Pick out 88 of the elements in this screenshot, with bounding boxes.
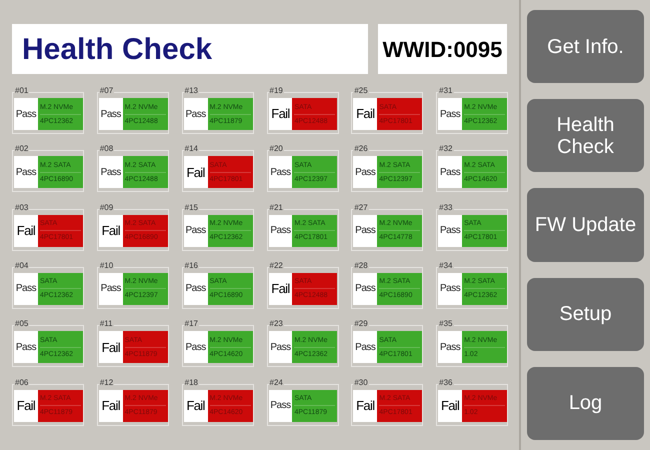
slot-number: #36 <box>438 378 454 388</box>
slot-number: #09 <box>98 202 114 213</box>
status-label: Pass <box>268 390 292 422</box>
slot-frame <box>266 208 338 251</box>
slot-frame <box>266 266 338 309</box>
status-label: Pass <box>438 272 462 305</box>
status-label: Pass <box>98 98 123 130</box>
slot-frame <box>12 208 84 251</box>
status-label: Pass <box>184 272 208 305</box>
menu-button[interactable]: FW Update <box>527 188 644 262</box>
status-label: Fail <box>353 390 378 422</box>
status-label: Fail <box>184 390 208 422</box>
status-label: Pass <box>184 98 208 130</box>
status-label: Pass <box>438 331 462 364</box>
status-label: Fail <box>438 390 462 422</box>
slot-number: #27 <box>353 202 369 213</box>
slot-number: #18 <box>184 378 200 388</box>
status-label: Pass <box>438 214 462 247</box>
status-label: Pass <box>14 272 38 305</box>
slot-number: #03 <box>14 202 30 213</box>
slot-frame <box>266 384 338 426</box>
slot-number: #08 <box>98 144 114 154</box>
status-label: Fail <box>98 214 123 247</box>
slot-number: #13 <box>184 86 200 96</box>
status-label: Fail <box>98 331 123 364</box>
status-label: Fail <box>353 98 378 130</box>
status-label: Pass <box>14 331 38 364</box>
status-label: Pass <box>98 156 123 188</box>
status-label: Pass <box>14 156 38 188</box>
slot-number: #26 <box>353 144 369 154</box>
wwid-label: WWID:0095 <box>378 24 507 74</box>
status-label: Fail <box>184 156 208 188</box>
slot-number: #29 <box>353 319 369 330</box>
slot-number: #12 <box>98 378 114 388</box>
slot-frame <box>12 150 84 192</box>
slot-frame <box>12 384 84 426</box>
slot-number: #33 <box>438 202 454 213</box>
status-label: Pass <box>353 331 378 364</box>
status-label: Fail <box>268 98 292 130</box>
slot-number: #07 <box>98 86 114 96</box>
slot-number: #05 <box>14 319 30 330</box>
slot-number: #24 <box>268 378 284 388</box>
slot-number: #22 <box>268 260 284 271</box>
slot-number: #31 <box>438 86 454 96</box>
menu-button[interactable]: Health Check <box>527 99 644 172</box>
status-label: Fail <box>14 214 38 247</box>
slot-number: #20 <box>268 144 284 154</box>
status-label: Pass <box>184 331 208 364</box>
status-label: Pass <box>438 98 462 130</box>
slot-number: #15 <box>184 202 200 213</box>
slot-number: #25 <box>353 86 369 96</box>
status-label: Pass <box>268 156 292 188</box>
status-label: Pass <box>353 214 378 247</box>
status-label: Pass <box>268 331 292 364</box>
slot-number: #04 <box>14 260 30 271</box>
menu-button[interactable]: Log <box>527 366 644 440</box>
slot-number: #02 <box>14 144 30 154</box>
slot-frame <box>266 150 338 192</box>
slot-number: #10 <box>98 260 114 271</box>
slot-number: #21 <box>268 202 284 213</box>
slot-number: #16 <box>184 260 200 271</box>
slot-number: #35 <box>438 319 454 330</box>
status-label: Pass <box>353 156 378 188</box>
status-label: Fail <box>14 390 38 422</box>
status-label: Pass <box>268 214 292 247</box>
slot-frame <box>12 325 84 368</box>
slot-number: #19 <box>268 86 284 96</box>
slot-number: #01 <box>14 86 30 96</box>
status-label: Pass <box>184 214 208 247</box>
status-label: Pass <box>98 272 123 305</box>
status-label: Pass <box>14 98 38 130</box>
slot-number: #32 <box>438 144 454 154</box>
slot-frame <box>266 325 338 368</box>
status-label: Pass <box>438 156 462 188</box>
slot-number: #06 <box>14 378 30 388</box>
menu-button[interactable]: Setup <box>527 278 644 351</box>
title-banner: Health Check <box>12 24 368 74</box>
status-label: Fail <box>268 272 292 305</box>
slot-number: #34 <box>438 260 454 271</box>
slot-number: #23 <box>268 319 284 330</box>
menu-button[interactable]: Get Info. <box>527 10 644 84</box>
slot-number: #28 <box>353 260 369 271</box>
status-label: Pass <box>353 272 378 305</box>
slot-frame <box>12 266 84 309</box>
slot-number: #30 <box>353 378 369 388</box>
slot-frame <box>266 92 338 134</box>
slot-frame <box>12 92 84 134</box>
status-label: Fail <box>98 390 123 422</box>
